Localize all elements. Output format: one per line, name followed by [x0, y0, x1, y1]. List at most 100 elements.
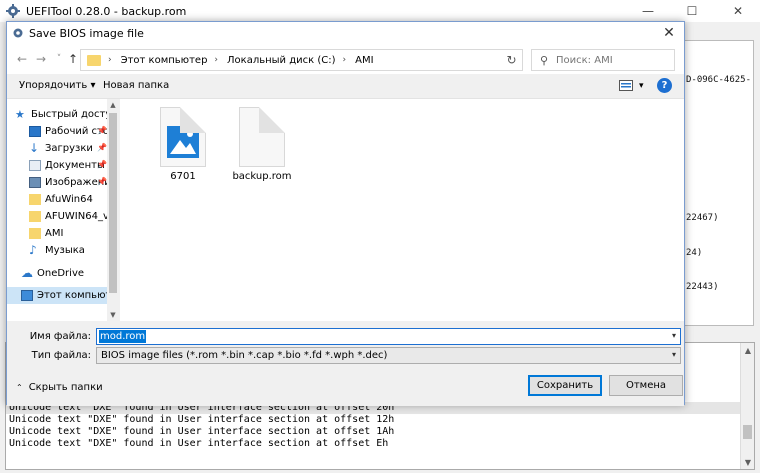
scroll-down-icon[interactable]: ▼	[107, 309, 119, 321]
picture-icon	[167, 126, 199, 158]
sidebar-item-afuwin64[interactable]: AfuWin64	[7, 191, 107, 208]
path-separator: ›	[214, 55, 219, 65]
breadcrumb-this-pc[interactable]: Этот компьютер	[121, 55, 208, 66]
scroll-down-icon[interactable]: ▼	[741, 455, 755, 469]
log-scrollbar[interactable]: ▲ ▼	[740, 343, 754, 469]
breadcrumb-local-disk[interactable]: Локальный диск (C:)	[227, 55, 336, 66]
pin-icon: 📌	[97, 177, 107, 186]
save-dialog: Save BIOS image file ✕ ← → ˅ ↑ › Этот ко…	[6, 21, 685, 406]
navigation-bar: ← → ˅ ↑ › Этот компьютер › Локальный дис…	[7, 44, 684, 74]
sidebar-item-this-pc[interactable]: Этот компьютер	[7, 287, 107, 304]
path-separator: ›	[108, 55, 112, 65]
scroll-up-icon[interactable]: ▲	[107, 99, 119, 111]
save-button[interactable]: Сохранить	[528, 375, 602, 396]
refresh-button[interactable]: ↻	[501, 49, 523, 71]
sidebar-item-label: Загрузки	[45, 143, 93, 154]
path-separator: ›	[342, 55, 347, 65]
computer-icon	[21, 290, 33, 301]
cancel-button[interactable]: Отмена	[609, 375, 683, 396]
search-icon: ⚲	[540, 54, 549, 67]
filename-value[interactable]: mod.rom	[99, 330, 147, 343]
sidebar-item-afuwin64-v305[interactable]: AFUWIN64_v3.05	[7, 208, 107, 225]
minimize-button[interactable]: —	[626, 0, 670, 22]
app-title: UEFITool 0.28.0 - backup.rom	[26, 4, 187, 18]
search-input[interactable]	[556, 54, 666, 66]
scroll-up-icon[interactable]: ▲	[741, 343, 755, 357]
sidebar-item-label: AMI	[45, 228, 64, 239]
maximize-button[interactable]: ☐	[670, 0, 714, 22]
pin-icon: 📌	[97, 143, 107, 152]
blank-file-icon	[239, 107, 285, 167]
chevron-down-icon[interactable]: ▾	[672, 331, 676, 340]
info-line: 22443)	[686, 282, 719, 292]
info-line: 22467)	[686, 213, 719, 223]
music-icon: ♪	[29, 243, 37, 257]
back-button[interactable]: ←	[14, 51, 30, 67]
folder-icon	[29, 211, 41, 222]
chevron-up-icon: ⌃	[16, 383, 23, 392]
sidebar-item-label: Документы	[45, 160, 105, 171]
dialog-close-button[interactable]: ✕	[660, 24, 678, 42]
uefitool-window: UEFITool 0.28.0 - backup.rom — ☐ ✕ D-096…	[0, 0, 760, 473]
hide-folders-button[interactable]: ⌃ Скрыть папки	[16, 382, 103, 393]
view-options-button[interactable]: ▾	[619, 80, 644, 91]
folder-icon	[87, 54, 101, 66]
download-icon: ↓	[29, 141, 40, 155]
info-line: D-096C-4625-	[686, 75, 752, 85]
info-line: 24)	[686, 247, 703, 258]
sidebar-item-documents[interactable]: Документы	[7, 157, 107, 174]
sidebar-item-onedrive[interactable]: ☁ OneDrive	[7, 265, 107, 282]
hide-folders-label: Скрыть папки	[28, 382, 103, 393]
log-line[interactable]: Unicode text "DXE" found in User interfa…	[9, 414, 394, 426]
sidebar-item-pictures[interactable]: Изображени	[7, 174, 107, 191]
app-titlebar: UEFITool 0.28.0 - backup.rom — ☐ ✕	[0, 0, 760, 22]
image-file-icon	[160, 107, 206, 167]
sidebar-item-quick-access[interactable]: ★ Быстрый доступ	[7, 106, 107, 123]
save-form: Имя файла: mod.rom ▾ Тип файла: BIOS ima…	[7, 321, 684, 406]
sidebar-item-label: AFUWIN64_v3.05	[45, 211, 107, 222]
filetype-label: Тип файла:	[31, 350, 91, 361]
pin-icon: 📌	[97, 160, 107, 169]
filetype-value: BIOS image files (*.rom *.bin *.cap *.bi…	[101, 350, 388, 361]
close-button[interactable]: ✕	[716, 0, 760, 22]
sidebar-item-desktop[interactable]: Рабочий сто	[7, 123, 107, 140]
help-icon[interactable]: ?	[657, 78, 672, 93]
view-icon	[619, 80, 633, 91]
breadcrumb-ami[interactable]: AMI	[355, 55, 373, 66]
filename-field[interactable]: mod.rom ▾	[96, 328, 681, 345]
sidebar-item-music[interactable]: ♪ Музыка	[7, 242, 107, 259]
organize-button[interactable]: Упорядочить ▾	[19, 80, 95, 91]
file-item[interactable]: 6701	[146, 107, 220, 182]
search-box[interactable]: ⚲	[531, 49, 675, 71]
sidebar-item-downloads[interactable]: ↓ Загрузки	[7, 140, 107, 157]
info-line	[686, 144, 758, 156]
scroll-thumb[interactable]	[743, 425, 752, 439]
up-button[interactable]: ↑	[65, 51, 81, 67]
info-line	[686, 317, 758, 329]
chevron-down-icon[interactable]: ▾	[672, 350, 676, 359]
sidebar-item-label: AfuWin64	[45, 194, 93, 205]
folder-icon	[29, 194, 41, 205]
log-line[interactable]: Unicode text "DXE" found in User interfa…	[9, 438, 388, 450]
filetype-select[interactable]: BIOS image files (*.rom *.bin *.cap *.bi…	[96, 347, 681, 364]
sidebar-item-label: OneDrive	[37, 268, 85, 279]
sidebar-scrollbar[interactable]: ▲ ▼	[107, 99, 119, 321]
new-folder-button[interactable]: Новая папка	[103, 80, 169, 91]
forward-button[interactable]: →	[33, 51, 49, 67]
file-item[interactable]: backup.rom	[225, 107, 299, 182]
scroll-thumb[interactable]	[109, 113, 117, 293]
cloud-icon: ☁	[21, 266, 33, 280]
navigation-pane: ★ Быстрый доступ Рабочий сто 📌 ↓ Загрузк…	[7, 99, 119, 321]
star-icon: ★	[15, 108, 25, 121]
desktop-icon	[29, 126, 41, 137]
sidebar-item-label: Музыка	[45, 245, 85, 256]
folder-icon	[29, 228, 41, 239]
address-bar[interactable]: › Этот компьютер › Локальный диск (C:) ›…	[80, 49, 510, 71]
dialog-titlebar: Save BIOS image file ✕	[7, 22, 684, 44]
sidebar-item-ami[interactable]: AMI	[7, 225, 107, 242]
dialog-toolbar: Упорядочить ▾ Новая папка ▾ ?	[7, 74, 684, 99]
dialog-title: Save BIOS image file	[29, 26, 144, 40]
file-name: backup.rom	[232, 171, 292, 182]
file-list: 6701 backup.rom	[120, 99, 684, 321]
log-line[interactable]: Unicode text "DXE" found in User interfa…	[9, 426, 394, 438]
